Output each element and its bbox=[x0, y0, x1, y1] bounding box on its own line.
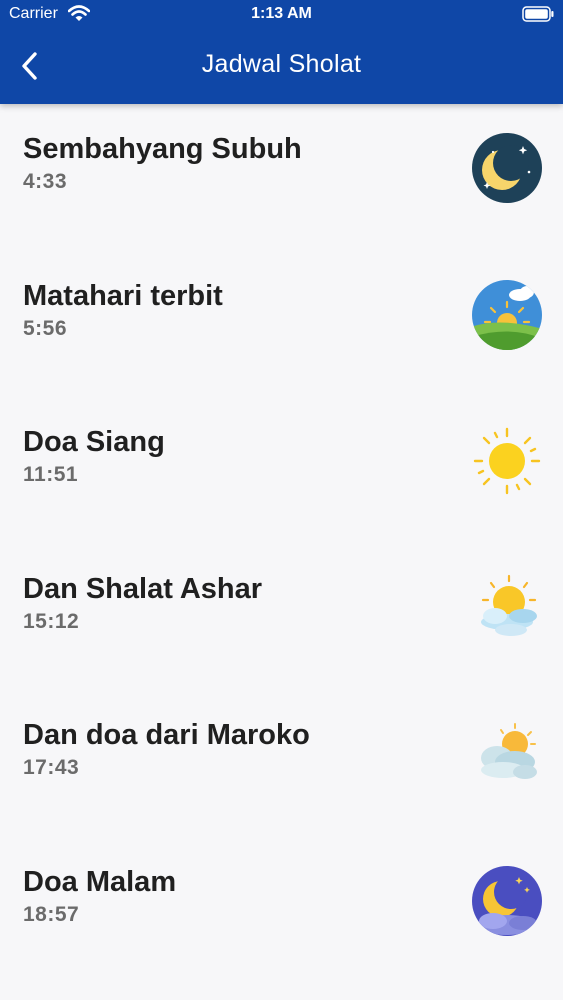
page-title: Jadwal Sholat bbox=[201, 50, 362, 78]
prayer-time: 15:12 bbox=[23, 609, 80, 633]
night-moon-icon bbox=[472, 865, 542, 936]
prayer-row-ashar: Dan Shalat Ashar 15:12 bbox=[0, 544, 563, 691]
app-header: Carrier 1:13 AM Jadwal Sholat bbox=[0, 0, 563, 104]
prayer-time: 18:57 bbox=[23, 902, 80, 926]
prayer-row-maroko: Dan doa dari Maroko 17:43 bbox=[0, 690, 563, 837]
prayer-name: Doa Malam bbox=[23, 865, 177, 898]
prayer-time: 17:43 bbox=[23, 756, 80, 780]
prayer-time: 11:51 bbox=[23, 463, 79, 487]
prayer-time: 4:33 bbox=[23, 170, 68, 193]
status-time: 1:13 AM bbox=[251, 5, 312, 22]
prayer-name: Dan doa dari Maroko bbox=[23, 719, 310, 752]
sun-icon bbox=[473, 427, 541, 495]
prayer-row-siang: Doa Siang 11:51 bbox=[0, 397, 563, 544]
prayer-name: Matahari terbit bbox=[23, 279, 223, 312]
status-bar: Carrier 1:13 AM bbox=[0, 0, 563, 30]
prayer-schedule-list: Sembahyang Subuh 4:33 Matahari terbit 5:… bbox=[0, 104, 563, 984]
prayer-name: Doa Siang bbox=[23, 426, 165, 459]
prayer-row-subuh: Sembahyang Subuh 4:33 bbox=[0, 104, 563, 251]
prayer-time: 5:56 bbox=[23, 316, 68, 340]
cloudy-sun-icon bbox=[481, 723, 537, 780]
prayer-row-sunrise: Matahari terbit 5:56 bbox=[0, 251, 563, 398]
battery-icon bbox=[522, 6, 554, 22]
sun-cloud-icon bbox=[481, 574, 537, 636]
prayer-name: Sembahyang Subuh bbox=[23, 133, 302, 165]
moon-stars-icon bbox=[472, 133, 542, 203]
prayer-name: Dan Shalat Ashar bbox=[23, 572, 263, 605]
sunrise-icon bbox=[472, 279, 542, 350]
prayer-row-malam: Doa Malam 18:57 bbox=[0, 837, 563, 984]
